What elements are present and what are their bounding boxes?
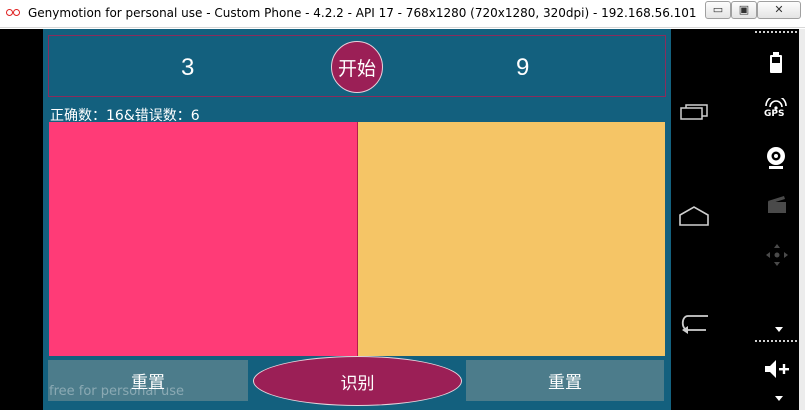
watermark-text: free for personal use bbox=[49, 384, 185, 399]
volume-up-icon[interactable] bbox=[764, 358, 790, 380]
sidebar-scroll-down-icon[interactable] bbox=[775, 396, 783, 401]
app-screen: 3 开始 9 正确数：16&错误数：6 重置 识别 重置 bbox=[43, 29, 671, 410]
sidebar-separator bbox=[755, 340, 797, 342]
maximize-button[interactable]: ▣ bbox=[731, 1, 757, 19]
right-color-panel[interactable] bbox=[358, 122, 665, 356]
media-icon[interactable] bbox=[767, 194, 787, 214]
window-titlebar: Genymotion for personal use - Custom Pho… bbox=[0, 0, 805, 28]
window-title: Genymotion for personal use - Custom Pho… bbox=[28, 6, 697, 20]
close-button[interactable]: ✕ bbox=[757, 1, 801, 19]
minimize-button[interactable]: ▭ bbox=[705, 1, 731, 19]
genymotion-logo-icon bbox=[6, 7, 22, 19]
start-button[interactable]: 开始 bbox=[331, 41, 383, 93]
battery-icon[interactable] bbox=[769, 52, 783, 74]
back-icon[interactable] bbox=[678, 310, 712, 334]
recognize-button[interactable]: 识别 bbox=[253, 356, 462, 406]
webcam-icon[interactable] bbox=[765, 146, 787, 170]
device-frame-left bbox=[0, 29, 43, 410]
gps-label: GPS bbox=[764, 109, 785, 119]
reset-right-button[interactable]: 重置 bbox=[466, 360, 664, 401]
left-number: 3 bbox=[181, 54, 195, 81]
genymotion-sidebar bbox=[716, 29, 805, 410]
dpad-icon[interactable] bbox=[765, 243, 789, 267]
sidebar-scroll-down-icon[interactable] bbox=[775, 327, 783, 332]
sidebar-separator bbox=[755, 31, 797, 33]
sidebar-scrollbar[interactable] bbox=[799, 29, 805, 410]
gps-icon[interactable]: GPS bbox=[762, 98, 790, 120]
left-color-panel[interactable] bbox=[49, 122, 358, 356]
right-number: 9 bbox=[516, 54, 530, 81]
home-icon[interactable] bbox=[678, 204, 710, 226]
recent-apps-icon[interactable] bbox=[680, 104, 708, 120]
